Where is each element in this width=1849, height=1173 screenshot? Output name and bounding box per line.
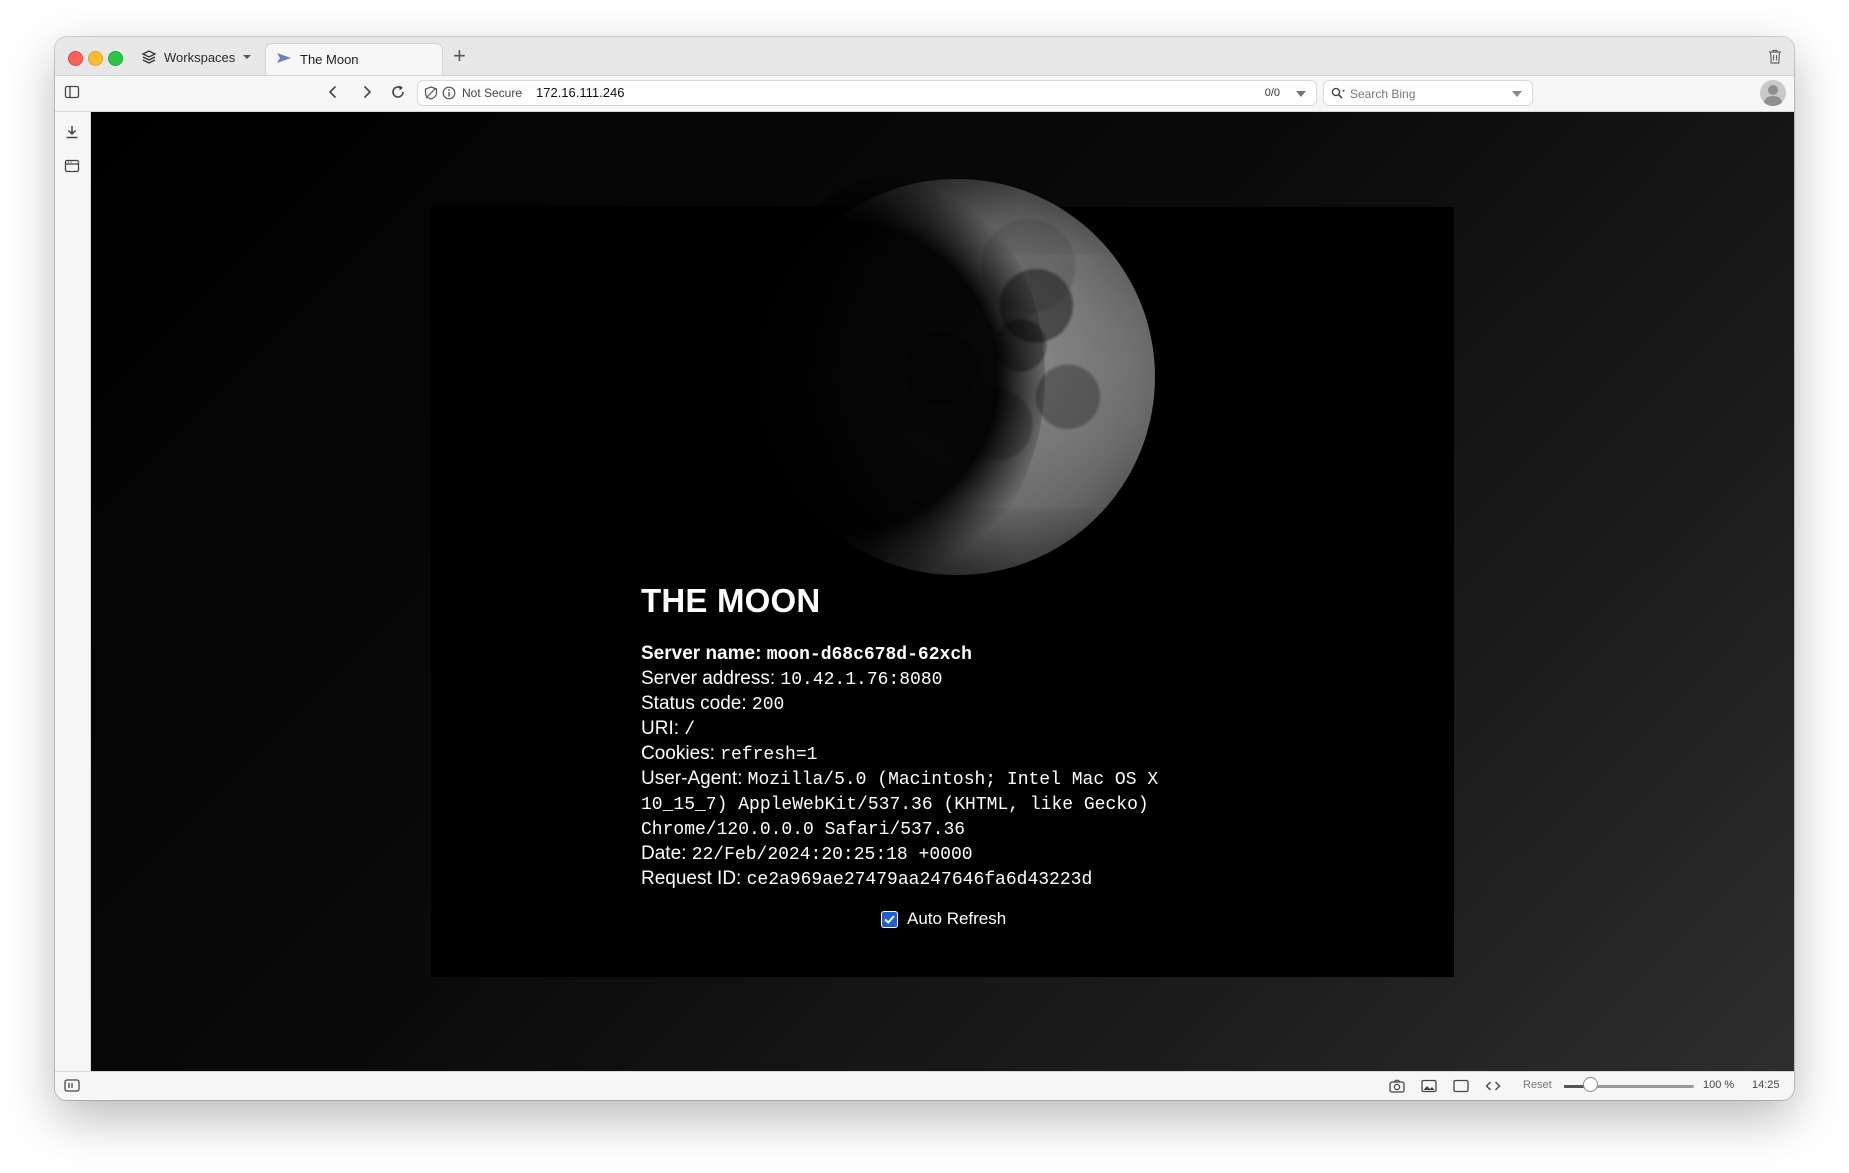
browser-window: Workspaces The Moon + Not Secure 172.16.… — [55, 37, 1794, 1100]
page-actions-code-icon[interactable] — [1485, 1079, 1501, 1096]
profile-avatar[interactable] — [1760, 80, 1786, 106]
url-field[interactable]: Not Secure 172.16.111.246 0/0 — [417, 80, 1317, 106]
date-row: Date: 22/Feb/2024:20:25:18 +0000 — [641, 842, 1241, 867]
back-icon[interactable] — [325, 84, 341, 105]
field-key: Server name: — [641, 643, 767, 664]
tab-bar: Workspaces The Moon + — [55, 37, 1794, 76]
window-minimize-button[interactable] — [88, 51, 103, 66]
page-tiling-icon[interactable] — [1453, 1079, 1469, 1096]
field-key: Date: — [641, 843, 692, 864]
trash-icon[interactable] — [1768, 49, 1782, 69]
status-bar: Reset 100 % 14:25 — [55, 1071, 1794, 1100]
field-value: refresh=1 — [720, 745, 818, 765]
web-page-content: THE MOON Server name: moon-d68c678d-62xc… — [91, 112, 1794, 1072]
panel-toggle-icon[interactable] — [64, 84, 80, 105]
zoom-level: 100 % — [1703, 1079, 1735, 1091]
side-panel — [55, 112, 91, 1072]
clock: 14:25 — [1752, 1079, 1780, 1091]
security-label: Not Secure — [462, 86, 523, 100]
user-icon — [1763, 85, 1783, 106]
search-icon — [1331, 87, 1346, 105]
server-address-row: Server address: 10.42.1.76:8080 — [641, 667, 1241, 692]
field-key: URI: — [641, 718, 685, 739]
uri-row: URI: / — [641, 717, 1241, 742]
capture-camera-icon[interactable] — [1389, 1079, 1405, 1096]
field-value: 22/Feb/2024:20:25:18 +0000 — [691, 845, 973, 865]
field-key: Cookies: — [641, 743, 721, 764]
window-maximize-button[interactable] — [108, 51, 123, 66]
field-value: ce2a969ae27479aa247646fa6d43223d — [746, 870, 1093, 890]
workspaces-icon — [141, 49, 157, 65]
field-key: Request ID: — [641, 868, 747, 889]
field-value: 200 — [751, 695, 785, 715]
field-value: moon-d68c678d-62xch — [766, 645, 972, 665]
field-value: 10.42.1.76:8080 — [780, 670, 943, 690]
user-agent-continuation-2: Chrome/120.0.0.0 Safari/537.36 — [641, 817, 1241, 842]
user-agent-continuation-1: 10_15_7) AppleWebKit/537.36 (KHTML, like… — [641, 792, 1241, 817]
tab-the-moon[interactable]: The Moon — [265, 43, 443, 75]
reload-icon[interactable] — [390, 84, 406, 105]
tab-title: The Moon — [300, 52, 359, 67]
tracker-blocker-icon[interactable] — [424, 86, 438, 105]
user-agent-row: User-Agent: Mozilla/5.0 (Macintosh; Inte… — [641, 767, 1241, 792]
match-count: 0/0 — [1264, 87, 1280, 99]
auto-refresh-control[interactable]: Auto Refresh — [881, 909, 1006, 929]
new-tab-button[interactable]: + — [453, 45, 466, 67]
cookies-row: Cookies: refresh=1 — [641, 742, 1241, 767]
field-value: / — [684, 720, 696, 740]
window-close-button[interactable] — [68, 51, 83, 66]
server-info: THE MOON Server name: moon-d68c678d-62xc… — [641, 582, 1241, 892]
page-title: THE MOON — [641, 582, 821, 619]
workspaces-button[interactable]: Workspaces — [141, 46, 252, 68]
workspaces-label: Workspaces — [164, 49, 236, 65]
search-placeholder: Search Bing — [1350, 87, 1416, 101]
zoom-reset-button[interactable]: Reset — [1523, 1079, 1552, 1091]
field-value: Mozilla/5.0 (Macintosh; Intel Mac OS X — [747, 770, 1159, 790]
zoom-slider-handle[interactable] — [1583, 1077, 1598, 1092]
window-panel-icon[interactable] — [64, 158, 80, 179]
request-id-row: Request ID: ce2a969ae27479aa247646fa6d43… — [641, 867, 1241, 892]
search-engine-dropdown-icon[interactable] — [1512, 91, 1522, 97]
server-name-row: Server name: moon-d68c678d-62xch — [641, 642, 1241, 667]
address-bar-row: Not Secure 172.16.111.246 0/0 Search Bin… — [55, 76, 1794, 112]
field-key: User-Agent: — [641, 768, 748, 789]
field-key: Server address: — [641, 668, 781, 689]
field-key: Status code: — [641, 693, 752, 714]
status-code-row: Status code: 200 — [641, 692, 1241, 717]
downloads-icon[interactable] — [64, 124, 80, 145]
auto-refresh-label[interactable]: Auto Refresh — [907, 909, 1006, 929]
url-history-dropdown-icon[interactable] — [1296, 91, 1306, 97]
checkmark-icon — [882, 911, 897, 927]
auto-refresh-checkbox[interactable] — [881, 910, 898, 928]
status-panel-toggle-icon[interactable] — [64, 1079, 80, 1095]
images-toggle-icon[interactable] — [1421, 1079, 1437, 1096]
chevron-down-icon — [242, 53, 252, 61]
search-field[interactable]: Search Bing — [1323, 80, 1533, 106]
vivaldi-favicon-icon — [276, 51, 292, 68]
info-icon[interactable] — [442, 86, 456, 105]
moon-shadow — [745, 176, 1045, 578]
url-text[interactable]: 172.16.111.246 — [536, 85, 624, 100]
field-value: Chrome/120.0.0.0 Safari/537.36 — [641, 820, 966, 840]
forward-icon[interactable] — [359, 84, 375, 105]
field-value: 10_15_7) AppleWebKit/537.36 (KHTML, like… — [641, 795, 1149, 815]
